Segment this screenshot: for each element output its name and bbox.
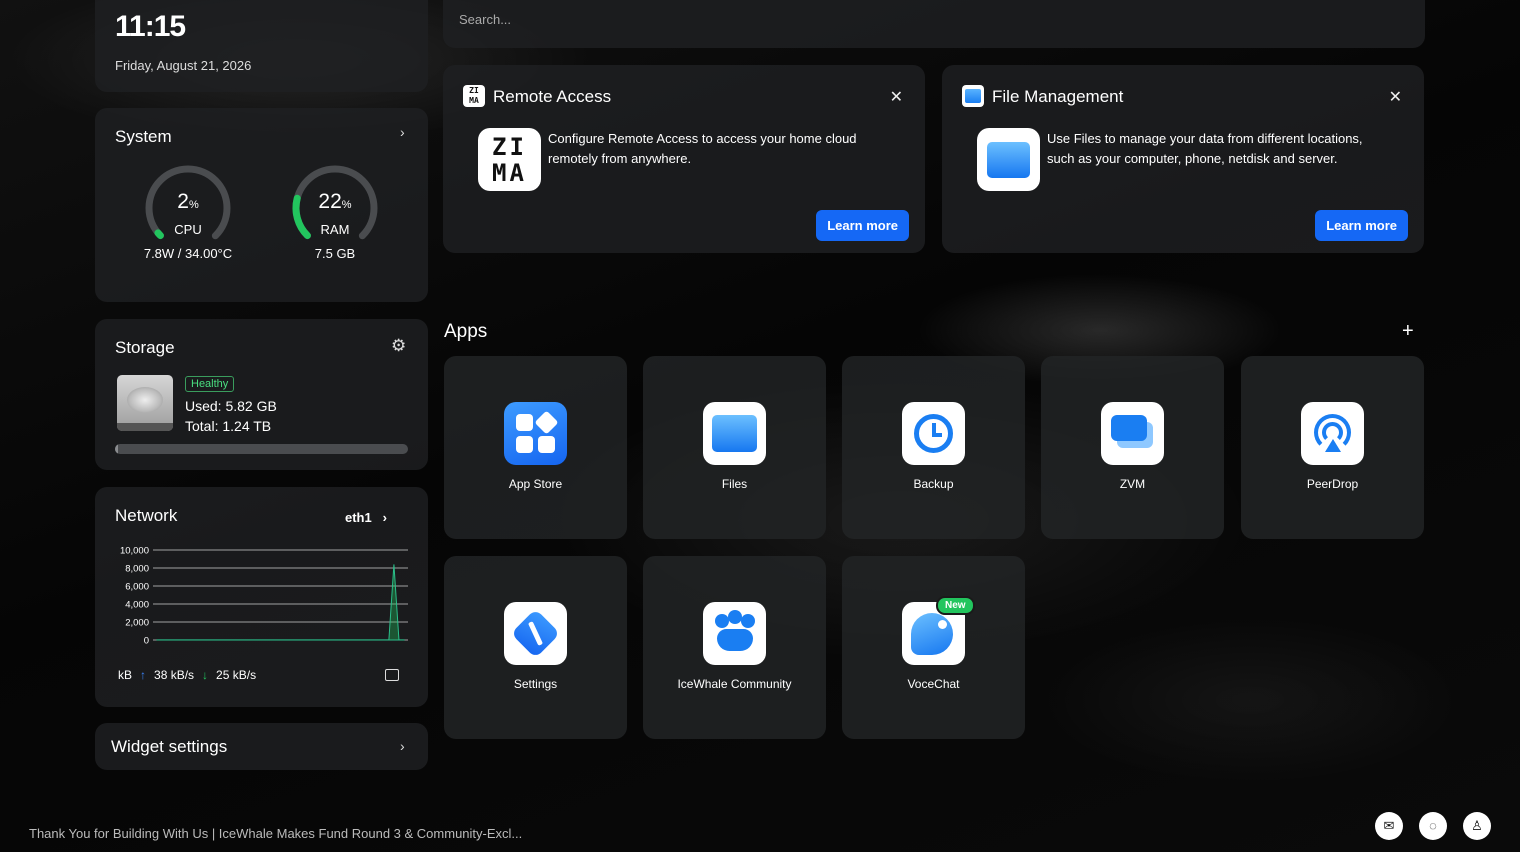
app-tile-icewhale-community[interactable]: IceWhale Community xyxy=(643,556,826,739)
app-name: Backup xyxy=(913,477,954,491)
zima-logo-icon: ZI MA xyxy=(463,85,485,107)
app-name: App Store xyxy=(508,477,563,491)
news-ticker-link[interactable]: Thank You for Building With Us | IceWhal… xyxy=(29,826,522,841)
ram-percent: 22% xyxy=(318,190,352,213)
system-title: System xyxy=(115,127,172,146)
folder-icon xyxy=(962,85,984,107)
files-icon xyxy=(703,402,766,465)
storage-widget: Storage ⚙ Healthy Used: 5.82 GB Total: 1… xyxy=(95,319,428,470)
search-bar[interactable] xyxy=(443,0,1425,48)
new-badge: New xyxy=(936,596,975,615)
network-title: Network xyxy=(115,506,178,525)
app-tile-settings[interactable]: Settings xyxy=(444,556,627,739)
network-chart: 10,000 8,000 6,000 4,000 2,000 0 xyxy=(120,546,408,647)
clock-widget: 11:15 Friday, August 21, 2026 xyxy=(95,0,428,92)
cpu-gauge: 2% CPU 7.8W / 34.00°C xyxy=(128,160,248,261)
speed-unit: kB xyxy=(118,668,133,682)
card-description: Configure Remote Access to access your h… xyxy=(548,131,857,166)
card-title: Remote Access xyxy=(493,87,612,106)
hard-disk-icon xyxy=(117,375,173,431)
learn-more-button[interactable]: Learn more xyxy=(1315,210,1408,241)
app-name: ZVM xyxy=(1119,477,1146,491)
status-badge: Healthy xyxy=(185,376,235,392)
storage-used: Used: 5.82 GB xyxy=(185,398,277,414)
y-tick-label: 6,000 xyxy=(125,582,149,593)
system-chevron-icon[interactable]: › xyxy=(400,124,405,140)
network-widget: Network eth1 › 10,000 8,000 6,000 4,000 2,00… xyxy=(95,487,428,707)
y-tick-label: 4,000 xyxy=(125,600,149,611)
app-name: IceWhale Community xyxy=(677,677,792,691)
close-icon[interactable]: ✕ xyxy=(890,87,903,107)
mail-icon[interactable]: ✉ xyxy=(1375,812,1403,840)
clock-time: 11:15 xyxy=(115,10,186,43)
clock-date: Friday, August 21, 2026 xyxy=(115,58,252,73)
y-tick-label: 0 xyxy=(144,636,149,647)
backup-icon xyxy=(902,402,965,465)
chevron-right-icon: › xyxy=(400,738,405,754)
app-name: VoceChat xyxy=(907,677,960,691)
download-speed: 25 kB/s xyxy=(216,668,257,682)
upload-arrow-icon: ↑ xyxy=(140,668,147,682)
app-store-icon xyxy=(504,402,567,465)
card-title: File Management xyxy=(992,87,1124,106)
y-tick-label: 2,000 xyxy=(125,618,149,629)
cpu-label: CPU xyxy=(174,222,202,237)
y-tick-label: 8,000 xyxy=(125,564,149,575)
app-name: PeerDrop xyxy=(1306,477,1359,491)
user-account-icon[interactable]: ♙ xyxy=(1463,812,1491,840)
chart-toggle-icon[interactable] xyxy=(385,669,399,681)
app-tile-backup[interactable]: Backup xyxy=(842,356,1025,539)
peerdrop-icon xyxy=(1301,402,1364,465)
ram-detail: 7.5 GB xyxy=(314,246,356,261)
network-traffic-series xyxy=(156,564,405,641)
app-tile-files[interactable]: Files xyxy=(643,356,826,539)
chat-bubble-icon[interactable]: ◌ xyxy=(1419,812,1447,840)
upload-speed: 38 kB/s xyxy=(154,668,195,682)
system-widget: System › 2% CPU 7.8W / 34.00°C 22% RAM 7… xyxy=(95,108,428,302)
folder-large-icon xyxy=(977,128,1040,191)
storage-total: Total: 1.24 TB xyxy=(185,418,272,434)
y-tick-label: 10,000 xyxy=(120,546,149,557)
search-input[interactable] xyxy=(459,12,1159,27)
file-management-card: File Management ✕ Use Files to manage yo… xyxy=(942,65,1424,253)
community-icon xyxy=(703,602,766,665)
app-tile-peerdrop[interactable]: PeerDrop xyxy=(1241,356,1424,539)
learn-more-button[interactable]: Learn more xyxy=(816,210,909,241)
cpu-percent: 2% xyxy=(177,190,199,213)
storage-title: Storage xyxy=(115,338,175,357)
card-description: Use Files to manage your data from diffe… xyxy=(1047,131,1363,166)
network-interface-selector[interactable]: eth1 › xyxy=(345,510,387,525)
zvm-icon xyxy=(1101,402,1164,465)
app-name: Files xyxy=(721,477,748,491)
app-name: Settings xyxy=(513,677,558,691)
zima-logo-large-icon: ZI MA xyxy=(478,128,541,191)
widget-settings-label: Widget settings xyxy=(111,737,228,756)
ram-label: RAM xyxy=(320,222,350,237)
cpu-detail: 7.8W / 34.00°C xyxy=(143,246,233,261)
apps-heading: Apps xyxy=(444,321,488,342)
app-tile-app-store[interactable]: App Store xyxy=(444,356,627,539)
widget-settings-button[interactable]: Widget settings › xyxy=(95,723,428,770)
settings-icon xyxy=(504,602,567,665)
network-speed-summary: kB ↑ 38 kB/s ↓ 25 kB/s xyxy=(118,668,256,682)
app-tile-vocechat[interactable]: New VoceChat xyxy=(842,556,1025,739)
ram-gauge: 22% RAM 7.5 GB xyxy=(275,160,395,261)
download-arrow-icon: ↓ xyxy=(202,668,209,682)
add-app-icon[interactable]: + xyxy=(1402,320,1414,343)
storage-usage-bar xyxy=(115,444,408,454)
close-icon[interactable]: ✕ xyxy=(1389,87,1402,107)
app-tile-zvm[interactable]: ZVM xyxy=(1041,356,1224,539)
gear-icon[interactable]: ⚙ xyxy=(391,336,406,356)
remote-access-card: ZI MA Remote Access ✕ ZI MA Configure Rem… xyxy=(443,65,925,253)
